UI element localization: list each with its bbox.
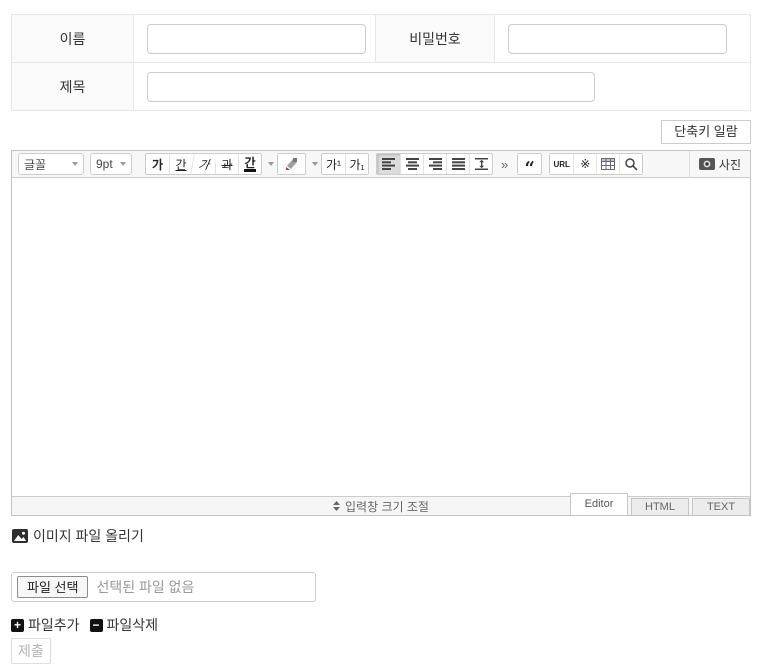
- title-label: 제목: [11, 62, 134, 111]
- rich-text-editor: 글꼴 9pt 가 간 가 과 간 가¹ 가₁ » “ URL ※ 사진 입력창 …: [11, 150, 751, 516]
- shortcut-list-button[interactable]: 단축키 일람: [661, 120, 751, 144]
- quote-glyph: “: [524, 157, 535, 175]
- highlighter-icon: [286, 158, 297, 170]
- title-cell: [133, 62, 751, 111]
- password-cell: [494, 14, 751, 63]
- script-group: 가¹ 가₁: [321, 153, 369, 175]
- more-tools-button[interactable]: »: [499, 157, 510, 172]
- align-right-button[interactable]: [423, 154, 446, 174]
- plus-icon[interactable]: +: [11, 618, 24, 632]
- search-button[interactable]: [619, 154, 643, 174]
- align-justify-icon: [451, 158, 465, 170]
- editor-mode-tabs: Editor HTML TEXT: [567, 493, 750, 515]
- password-input[interactable]: [508, 23, 727, 54]
- text-style-group: 가 간 가 과 간: [145, 153, 262, 175]
- name-cell: [133, 14, 376, 63]
- post-form-table: 이름 비밀번호 제목: [11, 14, 751, 111]
- highlight-group: [277, 153, 306, 175]
- font-family-value: 글꼴: [24, 157, 47, 172]
- insert-group: URL ※: [549, 153, 644, 175]
- file-status-text: 선택된 파일 없음: [96, 579, 195, 595]
- camera-icon: [698, 158, 715, 170]
- table-icon: [601, 158, 616, 170]
- align-center-icon: [405, 158, 419, 170]
- align-center-button[interactable]: [400, 154, 423, 174]
- file-actions-row: + 파일추가 − 파일삭제: [11, 615, 751, 635]
- photo-insert-button[interactable]: 사진: [688, 150, 750, 178]
- align-group: [376, 153, 493, 175]
- line-height-button[interactable]: [469, 154, 492, 174]
- font-family-select[interactable]: 글꼴: [18, 153, 84, 175]
- chevron-down-icon: [72, 162, 78, 166]
- resize-label: 입력창 크기 조절: [345, 499, 429, 514]
- line-height-icon: [474, 158, 488, 170]
- editor-toolbar: 글꼴 9pt 가 간 가 과 간 가¹ 가₁ » “ URL ※ 사진: [12, 150, 750, 178]
- font-color-glyph: 간: [244, 155, 256, 172]
- table-button[interactable]: [596, 154, 620, 174]
- tab-html[interactable]: HTML: [631, 498, 689, 515]
- align-left-button[interactable]: [377, 154, 400, 174]
- shortcut-row: 단축키 일람: [11, 120, 751, 144]
- highlight-color-button[interactable]: [278, 154, 305, 174]
- align-justify-button[interactable]: [446, 154, 469, 174]
- editor-content-area[interactable]: [12, 178, 750, 496]
- tab-text[interactable]: TEXT: [692, 498, 750, 515]
- image-upload-label: 이미지 파일 올리기: [33, 528, 144, 544]
- bold-button[interactable]: 가: [146, 154, 169, 174]
- align-right-icon: [428, 158, 442, 170]
- name-input[interactable]: [147, 23, 366, 54]
- file-select-button[interactable]: 파일 선택: [17, 576, 89, 598]
- font-color-dropdown[interactable]: [263, 153, 274, 175]
- font-size-value: 9pt: [96, 157, 113, 171]
- chevron-down-icon: [311, 162, 318, 166]
- strikethrough-button[interactable]: 과: [215, 154, 238, 174]
- file-input[interactable]: 파일 선택 선택된 파일 없음: [11, 572, 316, 602]
- align-left-icon: [382, 158, 395, 170]
- font-color-button[interactable]: 간: [238, 154, 261, 174]
- italic-button[interactable]: 가: [190, 154, 217, 174]
- minus-icon[interactable]: −: [89, 618, 103, 632]
- blockquote-button[interactable]: “: [518, 154, 542, 175]
- photo-label: 사진: [718, 157, 741, 172]
- special-char-button[interactable]: ※: [573, 154, 597, 174]
- chevron-down-icon: [267, 162, 274, 166]
- subscript-button[interactable]: 가₁: [345, 154, 368, 174]
- add-file-link[interactable]: 파일추가: [28, 615, 80, 635]
- image-upload-row: 이미지 파일 올리기: [12, 526, 751, 546]
- password-label: 비밀번호: [375, 14, 495, 63]
- table-row: 이름 비밀번호: [11, 14, 751, 63]
- table-row: 제목: [11, 62, 751, 111]
- name-label: 이름: [11, 14, 134, 63]
- underline-button[interactable]: 간: [169, 154, 192, 174]
- editor-bottom-bar: 입력창 크기 조절 Editor HTML TEXT: [12, 493, 750, 515]
- title-input[interactable]: [147, 71, 595, 102]
- submit-button[interactable]: 제출: [11, 638, 51, 664]
- tab-editor[interactable]: Editor: [570, 493, 628, 515]
- search-icon: [625, 158, 638, 171]
- link-button[interactable]: URL: [554, 160, 570, 169]
- font-size-select[interactable]: 9pt: [90, 153, 132, 175]
- image-icon: [12, 529, 28, 543]
- highlight-color-dropdown[interactable]: [307, 153, 318, 175]
- quote-group: “: [517, 153, 543, 175]
- superscript-button[interactable]: 가¹: [322, 154, 345, 174]
- delete-file-link[interactable]: 파일삭제: [107, 615, 159, 635]
- page: 이름 비밀번호 제목 단축키 일람 글꼴 9pt 가 간 가 과 간 가¹ 가₁…: [0, 0, 763, 664]
- chevron-down-icon: [120, 162, 126, 166]
- resize-vertical-icon: [333, 501, 341, 511]
